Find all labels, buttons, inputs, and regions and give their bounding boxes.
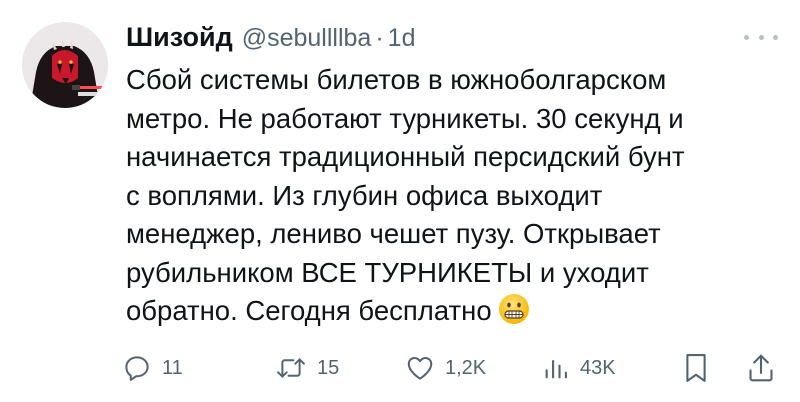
retweet-icon <box>277 358 305 378</box>
tweet-text-line: с воплями. Из глубин офиса выходит <box>126 179 603 211</box>
bookmark-icon <box>686 354 706 382</box>
grimacing-face-icon <box>498 294 529 324</box>
tweet-text-last-line: обратно. Сегодня бесплатно <box>126 292 786 331</box>
analytics-bars-icon <box>545 359 567 379</box>
more-dot <box>744 34 749 40</box>
timestamp[interactable]: 1d <box>388 24 416 53</box>
bookmark-button[interactable] <box>682 350 710 386</box>
tweet-header: Шизойд @sebullllba · 1d <box>126 22 415 58</box>
retweet-button[interactable]: 15 <box>275 350 339 386</box>
display-name[interactable]: Шизойд <box>126 22 233 53</box>
tweet-text: Сбой системы билетов в южноболгарском ме… <box>126 61 786 331</box>
more-dot <box>773 34 778 40</box>
like-button[interactable]: 1,2K <box>405 350 486 386</box>
heart-icon <box>407 357 433 380</box>
tweet-text-line: рубильником ВСЕ ТУРНИКЕТЫ и уходит <box>126 256 649 288</box>
reply-count: 11 <box>162 356 183 379</box>
reply-button[interactable]: 11 <box>122 350 183 386</box>
tweet-text-line: начинается традиционный персидский бунт <box>126 141 685 172</box>
tweet: Шизойд @sebullllba · 1d Сбой системы бил… <box>0 0 800 402</box>
retweet-count: 15 <box>317 356 340 379</box>
tweet-text-line: метро. Не работают турникеты. 30 секунд … <box>126 102 684 134</box>
tweet-text-line: обратно. Сегодня бесплатно <box>126 295 492 326</box>
reply-icon <box>125 356 149 381</box>
tweet-text-line: Сбой системы билетов в южноболгарском <box>126 64 667 95</box>
separator-dot: · <box>375 24 384 52</box>
tweet-text-line: менеджер, лениво чешет пузу. Открывает <box>126 218 661 249</box>
share-icon <box>749 354 773 382</box>
more-dot <box>758 34 764 40</box>
more-options-icon[interactable] <box>744 26 778 48</box>
avatar[interactable] <box>22 22 108 108</box>
like-count: 1,2K <box>445 356 487 379</box>
share-button[interactable] <box>746 350 776 386</box>
user-handle[interactable]: @sebullllba <box>242 24 372 53</box>
sith-lord-avatar-icon <box>22 22 108 108</box>
action-bar: 11 15 1,2K 43K <box>122 350 782 386</box>
view-count: 43K <box>580 356 616 379</box>
views-button[interactable]: 43K <box>542 350 616 386</box>
